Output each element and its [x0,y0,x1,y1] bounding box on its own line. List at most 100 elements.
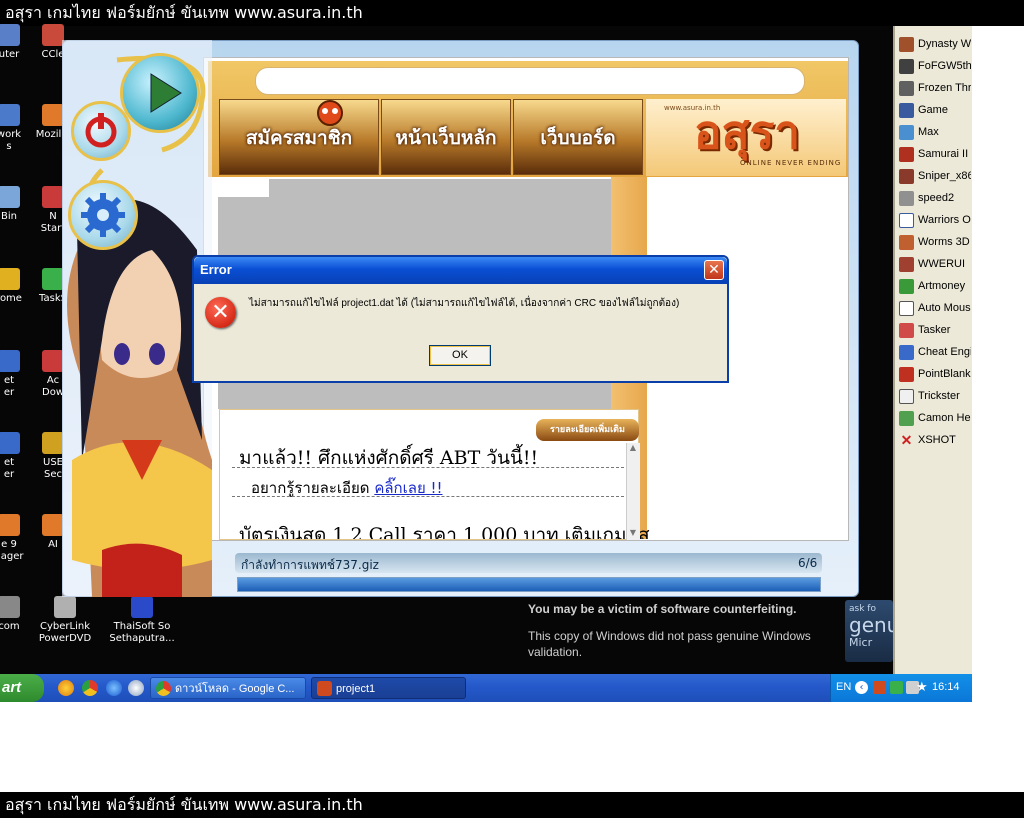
tray-app-icon[interactable] [873,681,886,694]
download-icon [42,350,64,372]
quicklaunch-label: Artmoney [918,280,966,292]
error-message: ไม่สามารถแก้ไขไฟล์ project1.dat ได้ (ไม่… [249,298,680,309]
desktop-icon-label: rome [0,293,22,304]
quicklaunch-item[interactable]: Sniper_x86 [899,166,971,186]
quicklaunch-label: Sniper_x86 [918,170,971,182]
quicklaunch-label: Tasker [918,324,951,336]
quicklaunch-item[interactable]: Camon Her [899,408,971,428]
network-icon [0,104,20,126]
quicklaunch-item[interactable]: Cheat Engi [899,342,971,362]
power-button[interactable] [71,101,131,161]
quicklaunch-item[interactable]: Dynasty W [899,34,971,54]
quicklaunch-item[interactable]: Trickster [899,386,971,406]
game-icon [899,234,914,250]
desktop-icon[interactable]: CyberLink PowerDVD [34,596,96,645]
taskbar-window-chrome[interactable]: ดาวน์โหลด - Google C... [150,677,306,699]
quicklaunch-item[interactable]: PointBlank [899,364,971,384]
taskbar [0,674,972,702]
genuine-warning-title: You may be a victim of software counterf… [528,602,797,616]
chrome-icon [156,681,171,696]
quicklaunch-label: Auto Mous [918,302,971,314]
quicklaunch-item[interactable]: WWERUI [899,254,971,274]
recycle-bin-icon [0,186,20,208]
news-more-badge[interactable]: รายละเอียดเพิ่มเติม [536,419,639,441]
internet-explorer-icon[interactable] [106,680,122,696]
quicklaunch-item[interactable]: Frozen Thr [899,78,971,98]
desktop-icon-label: Ac Dow [42,375,64,398]
settings-button[interactable] [68,180,138,250]
quicklaunch-item[interactable]: Game [899,100,971,120]
quicklaunch-label: Camon Her [918,412,971,424]
quicklaunch-item[interactable]: Worms 3D [899,232,971,252]
clock: 16:14 [932,681,960,693]
desktop-icon-label: com [0,621,20,632]
powerdvd-icon [54,596,76,618]
chevron-left-icon[interactable]: ‹ [855,681,868,694]
show-desktop-icon[interactable] [128,680,144,696]
quicklaunch-item[interactable]: FoFGW5th [899,56,971,76]
taskbar-window-label: ดาวน์โหลด - Google C... [175,683,295,695]
close-icon: ✕ [708,262,720,278]
news-more-link[interactable]: คลิ๊กเลย !! [374,479,442,497]
progress-count: 6/6 [798,556,818,570]
start-button[interactable]: art [0,674,44,702]
news-divider [232,467,624,468]
tasks-icon [42,268,64,290]
news-divider [232,496,624,497]
nav-register-button[interactable]: สมัครสมาชิก [219,99,379,175]
desktop-icon-label: work s [0,129,22,152]
quicklaunch-item[interactable]: Auto Mous [899,298,971,318]
news-scrollbar[interactable]: ▲ ▼ [626,443,640,540]
tasker-icon [899,322,914,338]
web-url-bar [255,67,805,95]
quicklaunch-label: Trickster [918,390,960,402]
trickster-icon [899,388,914,404]
ok-button[interactable]: OK [429,345,491,366]
game-icon [899,58,914,74]
language-indicator[interactable]: EN [836,681,851,693]
usb-icon [42,432,64,454]
chrome-icon[interactable] [82,680,98,696]
desktop-icon-label: et er [3,457,15,480]
quicklaunch-item[interactable]: Tasker [899,320,971,340]
scroll-down-icon[interactable]: ▼ [627,528,639,540]
quicklaunch-item[interactable]: Max [899,122,971,142]
star-icon[interactable]: ★ [916,681,929,694]
bottom-banner: อสุรา เกมไทย ฟอร์มยักษ์ ขันเทพ www.asura… [0,792,1024,818]
power-icon [85,113,117,148]
quicklaunch-label: speed2 [918,192,955,204]
play-button[interactable] [120,53,200,133]
desktop-icon[interactable]: ThaiSoft So Sethaputra... [102,596,182,645]
nav-webboard-button[interactable]: เว็บบอร์ด [513,99,643,175]
patcher-icon [317,681,332,696]
desktop-icon-label: et er [3,375,15,398]
genuine-logo[interactable]: ask fo genu Micr [845,600,893,662]
quicklaunch-label: Max [918,126,939,138]
quick-launch-icon[interactable] [58,680,74,696]
quicklaunch-item[interactable]: Artmoney [899,276,971,296]
web-content-tab [218,179,269,197]
error-dialog-titlebar[interactable] [194,257,727,284]
scroll-up-icon[interactable]: ▲ [627,443,639,455]
chrome-icon [0,268,20,290]
progress-fill [238,578,820,591]
app-icon [42,186,64,208]
firefox-icon [42,104,64,126]
taskbar-window-project1[interactable]: project1 [311,677,466,699]
game-icon [899,102,914,118]
taskbar-window-label: project1 [336,683,376,695]
network-tray-icon[interactable] [890,681,903,694]
error-dialog-title: Error [200,262,232,277]
manager-icon [0,514,20,536]
quicklaunch-item[interactable]: Samurai II [899,144,971,164]
close-button[interactable]: ✕ [704,260,724,280]
quicklaunch-item[interactable]: ✕ XSHOT [899,430,971,450]
quicklaunch-label: Warriors O [918,214,971,226]
desktop-icon-label: CyberLink PowerDVD [38,621,92,644]
nav-home-button[interactable]: หน้าเว็บหลัก [381,99,511,175]
quicklaunch-item[interactable]: speed2 [899,188,971,208]
quicklaunch-label: Cheat Engi [918,346,971,358]
genuine-logo-big: genu [849,613,893,637]
quicklaunch-item[interactable]: Warriors O [899,210,971,230]
quicklaunch-label: Samurai II [918,148,969,160]
